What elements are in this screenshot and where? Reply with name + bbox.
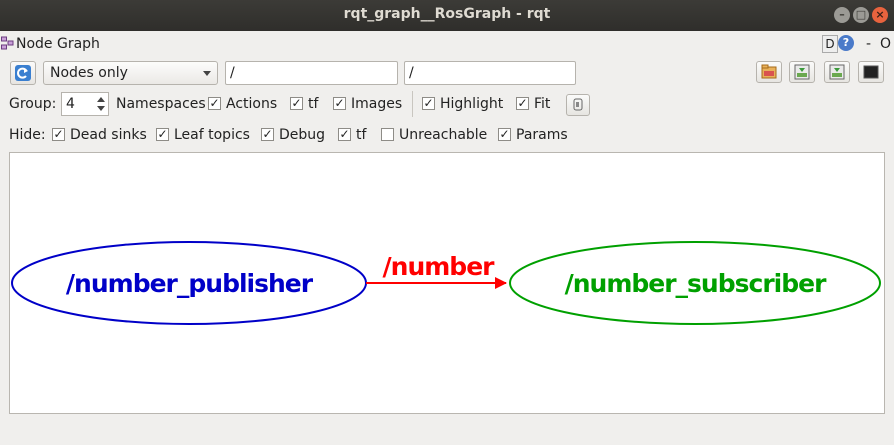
- actions-label: Actions: [226, 96, 278, 112]
- refresh-icon: [15, 65, 31, 81]
- tf-label: tf: [308, 96, 319, 112]
- namespaces-checkbox[interactable]: ✓: [208, 97, 221, 110]
- group-value: 4: [66, 96, 75, 112]
- save-dot-button[interactable]: [789, 61, 815, 83]
- group-spinbox[interactable]: 4: [61, 92, 109, 116]
- load-dot-button[interactable]: [756, 61, 782, 83]
- dead-sinks-checkbox[interactable]: ✓: [52, 128, 65, 141]
- save-dot-icon: [794, 64, 810, 80]
- namespaces-label: Namespaces: [116, 96, 206, 112]
- node-graph-plugin-icon: [1, 36, 14, 50]
- close-icon[interactable]: ×: [872, 7, 888, 23]
- fit-checkbox[interactable]: ✓: [516, 97, 529, 110]
- subscriber-node-label: /number_subscriber: [565, 269, 827, 298]
- refresh-button[interactable]: [10, 61, 36, 85]
- minimize-icon[interactable]: –: [834, 7, 850, 23]
- window-title: rqt_graph__RosGraph - rqt: [343, 6, 551, 22]
- chevron-down-icon: [203, 71, 211, 76]
- help-icon[interactable]: ?: [838, 35, 854, 51]
- topic-filter-input[interactable]: /: [404, 61, 576, 85]
- debug-icon[interactable]: D: [822, 35, 838, 53]
- highlight-label: Highlight: [440, 96, 504, 112]
- unreachable-label: Unreachable: [399, 127, 488, 143]
- fit-view-icon: [573, 98, 583, 111]
- leaf-topics-label: Leaf topics: [174, 127, 250, 143]
- highlight-checkbox[interactable]: ✓: [422, 97, 435, 110]
- leaf-topics-checkbox[interactable]: ✓: [156, 128, 169, 141]
- hide-label: Hide:: [9, 127, 46, 143]
- group-label: Group:: [9, 96, 57, 112]
- hide-tf-label: tf: [356, 127, 367, 143]
- screen-icon: [863, 65, 879, 79]
- maximize-icon[interactable]: □: [853, 7, 869, 23]
- graph-svg: /number_publisher /number /number_subscr…: [11, 241, 881, 325]
- fit-in-view-button[interactable]: [566, 94, 590, 116]
- dead-sinks-label: Dead sinks: [70, 127, 147, 143]
- graph-mode-value: Nodes only: [50, 65, 128, 81]
- params-label: Params: [516, 127, 568, 143]
- graph-canvas[interactable]: /number_publisher /number /number_subscr…: [9, 152, 885, 414]
- actions-checkbox[interactable]: ✓: [290, 97, 303, 110]
- images-label: Images: [351, 96, 403, 112]
- float-plugin-button[interactable]: O: [880, 36, 891, 52]
- graph-mode-select[interactable]: Nodes only: [43, 61, 218, 85]
- debug-label: Debug: [279, 127, 326, 143]
- save-image-button[interactable]: [858, 61, 884, 83]
- publisher-node-label: /number_publisher: [66, 269, 314, 298]
- spin-down-icon[interactable]: [97, 106, 105, 111]
- topic-label: /number: [383, 252, 496, 281]
- namespace-filter-input[interactable]: /: [225, 61, 398, 85]
- tf-checkbox[interactable]: ✓: [333, 97, 346, 110]
- minimize-plugin-button[interactable]: -: [866, 36, 871, 52]
- folder-open-icon: [761, 64, 777, 79]
- debug-checkbox[interactable]: ✓: [261, 128, 274, 141]
- window-titlebar: rqt_graph__RosGraph - rqt – □ ×: [0, 0, 894, 31]
- fit-label: Fit: [534, 96, 551, 112]
- plugin-title: Node Graph: [16, 36, 100, 52]
- spin-up-icon[interactable]: [97, 97, 105, 102]
- unreachable-checkbox[interactable]: [381, 128, 394, 141]
- save-svg-icon: [829, 64, 845, 80]
- toolbar-separator: [412, 91, 413, 117]
- hide-tf-checkbox[interactable]: ✓: [338, 128, 351, 141]
- save-svg-button[interactable]: [824, 61, 850, 83]
- params-checkbox[interactable]: ✓: [498, 128, 511, 141]
